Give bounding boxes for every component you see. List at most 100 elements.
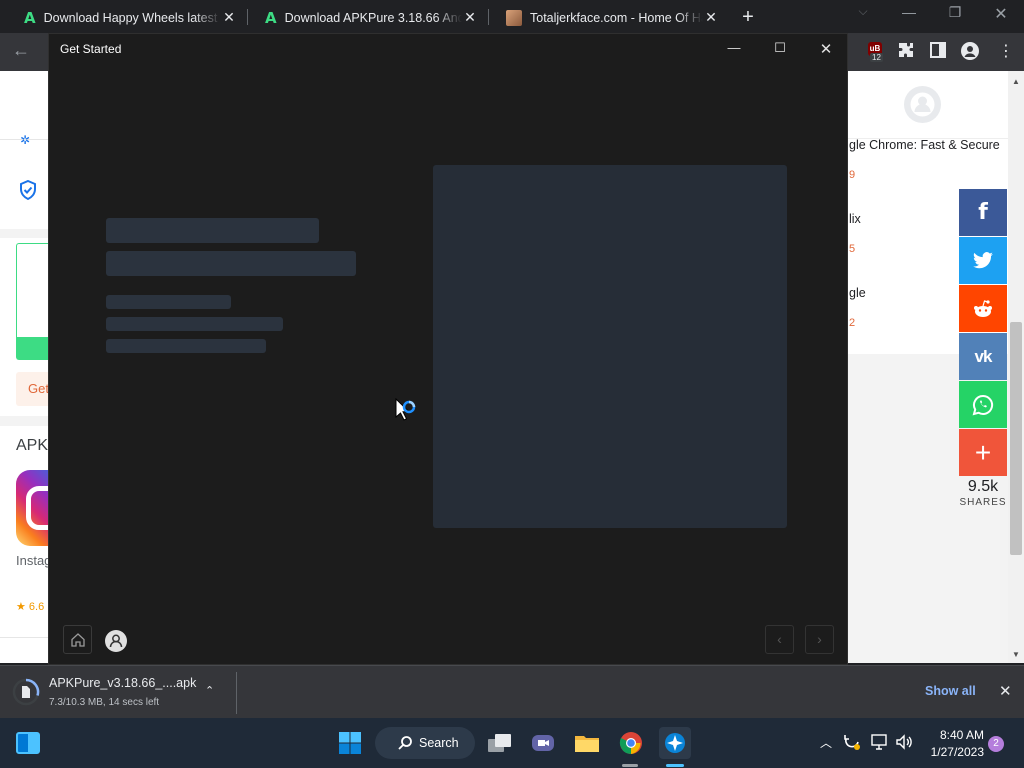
- app-list-rating: 2: [849, 317, 856, 329]
- chrome-icon[interactable]: [615, 727, 647, 759]
- chevron-up-icon[interactable]: ︿: [820, 734, 832, 751]
- side-panel-icon[interactable]: [930, 42, 946, 62]
- vk-icon: vk: [974, 346, 993, 366]
- minimize-icon[interactable]: —: [714, 40, 754, 55]
- clock-time[interactable]: 8:40 AM: [922, 728, 984, 742]
- skeleton-subtitle: [106, 251, 356, 276]
- profile-icon[interactable]: [961, 42, 979, 64]
- menu-icon[interactable]: ⋮: [998, 41, 1014, 61]
- file-icon: [12, 678, 40, 706]
- close-tab-icon[interactable]: ✕: [462, 9, 478, 26]
- share-label: SHARES: [959, 497, 1007, 508]
- app-list-rating: 5: [849, 243, 856, 255]
- ublock-icon[interactable]: uB 12: [866, 42, 888, 64]
- scroll-down-icon[interactable]: ▼: [1012, 650, 1020, 659]
- user-avatar-icon[interactable]: [904, 86, 941, 123]
- totaljerkface-icon: [506, 9, 522, 26]
- chevron-left-icon: ‹: [777, 631, 782, 647]
- search-box[interactable]: Search: [375, 727, 475, 759]
- window-titlebar[interactable]: Get Started — ☐ ✕: [49, 34, 847, 64]
- active-indicator: [666, 764, 684, 767]
- close-tab-icon[interactable]: ✕: [703, 9, 719, 26]
- network-icon[interactable]: [871, 734, 889, 755]
- home-icon: [70, 632, 85, 647]
- get-started-app-icon[interactable]: [659, 727, 691, 759]
- download-status: 7.3/10.3 MB, 14 secs left: [49, 697, 160, 708]
- get-button[interactable]: Get: [16, 372, 49, 406]
- start-button[interactable]: [334, 727, 366, 759]
- download-filename[interactable]: APKPure_v3.18.66_....apk: [49, 676, 196, 690]
- notification-badge[interactable]: 2: [988, 736, 1004, 752]
- new-tab-icon[interactable]: +: [737, 6, 759, 29]
- account-button[interactable]: [105, 630, 127, 652]
- taskbar: Search ︿ 8:40 AM 1/27/2023 2: [0, 718, 1024, 768]
- reddit-icon: [974, 299, 992, 317]
- whatsapp-share-button[interactable]: [959, 381, 1007, 428]
- chevron-up-icon[interactable]: ⌃: [205, 684, 214, 697]
- scrollbar-thumb[interactable]: [1010, 322, 1022, 555]
- next-button[interactable]: ›: [805, 625, 834, 654]
- maximize-icon[interactable]: ☐: [760, 40, 800, 56]
- more-share-button[interactable]: +: [959, 429, 1007, 476]
- tab-title: Download APKPure 3.18.66 Andr: [284, 10, 462, 25]
- skeleton-line: [106, 317, 283, 331]
- vk-share-button[interactable]: vk: [959, 333, 1007, 380]
- tab-totaljerkface[interactable]: Totaljerkface.com - Home Of Ha ✕: [490, 2, 727, 33]
- window-title: Get Started: [60, 42, 122, 56]
- tab-apkpure[interactable]: A Download APKPure 3.18.66 Andr ✕: [249, 2, 486, 33]
- divider: [0, 416, 48, 426]
- skeleton-line: [106, 295, 231, 309]
- app-list-title[interactable]: gle: [849, 286, 866, 300]
- instagram-app-icon[interactable]: [16, 470, 48, 546]
- clock-date[interactable]: 1/27/2023: [922, 745, 984, 759]
- close-download-bar-icon[interactable]: ✕: [999, 682, 1012, 700]
- tab-separator: [488, 9, 489, 25]
- widgets-icon[interactable]: [16, 732, 40, 754]
- tab-title: Download Happy Wheels latest 1: [43, 10, 221, 25]
- app-list-title[interactable]: gle Chrome: Fast & Secure: [849, 138, 1000, 152]
- divider: [0, 229, 48, 238]
- minimize-icon[interactable]: —: [886, 4, 932, 20]
- search-icon: [398, 736, 412, 750]
- divider: [0, 637, 48, 638]
- task-view-icon[interactable]: [484, 727, 516, 759]
- app-name[interactable]: Instag: [16, 553, 51, 568]
- tab-happy-wheels[interactable]: A Download Happy Wheels latest 1 ✕: [8, 2, 245, 33]
- windows-icon: [339, 732, 361, 754]
- extension-badge: 12: [870, 53, 883, 62]
- app-list-title[interactable]: lix: [849, 212, 861, 226]
- header-right: [848, 71, 1008, 139]
- previous-button[interactable]: ‹: [765, 625, 794, 654]
- busy-cursor-icon: [395, 397, 421, 431]
- back-icon[interactable]: ←: [12, 40, 30, 61]
- close-tab-icon[interactable]: ✕: [221, 9, 237, 26]
- scroll-up-icon[interactable]: ▲: [1012, 77, 1020, 86]
- close-icon[interactable]: ✕: [806, 40, 846, 58]
- reddit-share-button[interactable]: [959, 285, 1007, 332]
- tab-separator: [247, 9, 248, 25]
- teams-chat-icon[interactable]: [527, 727, 559, 759]
- apkpure-icon: A: [265, 8, 277, 27]
- restore-icon[interactable]: ❐: [932, 4, 978, 21]
- file-explorer-icon[interactable]: [571, 727, 603, 759]
- skeleton-media: [433, 165, 787, 528]
- download-bar: APKPure_v3.18.66_....apk 7.3/10.3 MB, 14…: [0, 665, 1024, 718]
- partial-icon: ✲: [20, 133, 31, 147]
- twitter-share-button[interactable]: [959, 237, 1007, 284]
- search-label: Search: [419, 736, 459, 750]
- show-all-button[interactable]: Show all: [925, 684, 976, 698]
- tab-title: Totaljerkface.com - Home Of Ha: [530, 10, 703, 25]
- home-button[interactable]: [63, 625, 92, 654]
- skeleton-line: [106, 339, 266, 353]
- download-item[interactable]: [12, 678, 40, 706]
- volume-icon[interactable]: [895, 733, 913, 756]
- tab-strip: A Download Happy Wheels latest 1 ✕ A Dow…: [0, 0, 1024, 33]
- whatsapp-icon: [972, 394, 994, 415]
- sync-icon[interactable]: [843, 733, 861, 756]
- close-window-icon[interactable]: ✕: [978, 4, 1024, 24]
- extensions-icon[interactable]: [898, 42, 914, 62]
- tab-search-icon[interactable]: ⌵: [840, 4, 886, 19]
- facebook-share-button[interactable]: f: [959, 189, 1007, 236]
- app-list-rating: 9: [849, 169, 856, 181]
- app-rating: ★ 6.6: [16, 601, 45, 613]
